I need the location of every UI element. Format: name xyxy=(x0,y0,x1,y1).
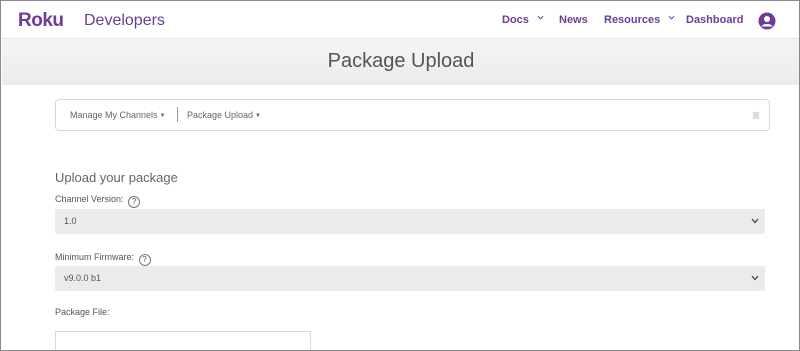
nav-docs-label: Docs xyxy=(502,14,529,26)
channel-version-label-text: Channel Version: xyxy=(55,194,124,204)
package-file-input[interactable] xyxy=(55,331,311,350)
breadcrumb: Manage My Channels ▼ Package Upload ▼ ▆ xyxy=(55,99,770,131)
nav-docs[interactable]: Docs xyxy=(502,14,544,26)
breadcrumb-item-label: Package Upload xyxy=(187,110,254,120)
chevron-down-icon xyxy=(751,218,759,224)
help-icon[interactable]: ? xyxy=(138,254,151,266)
channel-version-select[interactable]: 1.0 xyxy=(55,209,765,234)
minimum-firmware-label-text: Minimum Firmware: xyxy=(55,252,135,262)
chevron-down-icon xyxy=(668,15,675,20)
nav-news[interactable]: News xyxy=(559,14,588,26)
package-file-label: Package File: xyxy=(55,307,110,317)
caret-down-icon: ▼ xyxy=(159,113,166,119)
channel-version-label: Channel Version: ? xyxy=(55,194,141,208)
section-title: Upload your package xyxy=(55,170,178,185)
caret-down-icon: ▼ xyxy=(255,113,261,119)
account-icon[interactable] xyxy=(758,12,776,30)
minimum-firmware-label: Minimum Firmware: ? xyxy=(55,252,151,266)
developers-logo-text[interactable]: Developers xyxy=(84,12,165,30)
minimum-firmware-value: v9.0.0 b1 xyxy=(64,273,102,283)
page-title-band: Package Upload xyxy=(2,39,799,85)
nav-dashboard[interactable]: Dashboard xyxy=(686,14,743,26)
breadcrumb-package-upload[interactable]: Package Upload ▼ xyxy=(187,110,261,120)
nav-resources[interactable]: Resources xyxy=(604,14,675,26)
channel-version-value: 1.0 xyxy=(64,216,77,226)
help-icon[interactable]: ? xyxy=(128,196,141,208)
breadcrumb-divider xyxy=(177,107,178,122)
nav-resources-label: Resources xyxy=(604,14,661,26)
page-title: Package Upload xyxy=(327,50,475,72)
roku-logo[interactable]: Roku xyxy=(18,10,64,32)
breadcrumb-item-label: Manage My Channels xyxy=(70,110,158,120)
chevron-down-icon xyxy=(537,15,544,20)
breadcrumb-manage-my-channels[interactable]: Manage My Channels ▼ xyxy=(70,110,166,120)
browser-frame: Roku Developers Docs News Resources Dash… xyxy=(0,0,800,351)
top-navigation-bar: Roku Developers Docs News Resources Dash… xyxy=(2,2,799,39)
chevron-down-icon xyxy=(751,275,759,281)
faded-chat-icon: ▆ xyxy=(752,110,759,119)
minimum-firmware-select[interactable]: v9.0.0 b1 xyxy=(55,266,765,291)
